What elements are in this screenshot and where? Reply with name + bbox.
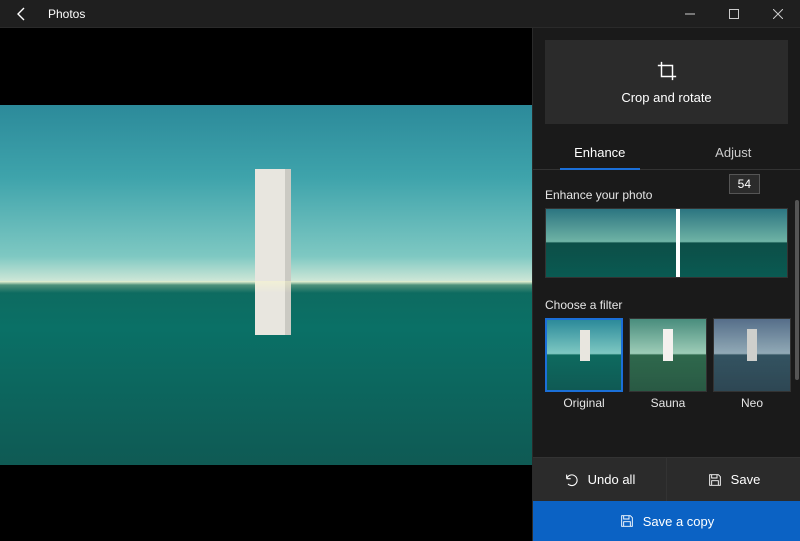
- filter-label: Original: [545, 396, 623, 410]
- maximize-icon: [729, 9, 739, 19]
- filter-original[interactable]: Original: [545, 318, 623, 410]
- titlebar: Photos: [0, 0, 800, 28]
- tab-enhance-label: Enhance: [574, 145, 625, 160]
- filter-thumb: [629, 318, 707, 392]
- undo-all-label: Undo all: [588, 472, 636, 487]
- tab-adjust[interactable]: Adjust: [667, 136, 800, 169]
- filter-thumb: [713, 318, 791, 392]
- edit-sidebar: Crop and rotate Enhance Adjust 54 Enhanc…: [532, 28, 800, 541]
- maximize-button[interactable]: [712, 0, 756, 27]
- back-button[interactable]: [0, 0, 44, 27]
- photo-canvas: [0, 105, 532, 465]
- enhance-slider-handle[interactable]: [676, 208, 680, 278]
- minimize-icon: [685, 9, 695, 19]
- enhance-value-bubble: 54: [729, 174, 760, 194]
- close-icon: [773, 9, 783, 19]
- photo-preview[interactable]: [0, 28, 532, 541]
- save-a-copy-label: Save a copy: [643, 514, 715, 529]
- save-copy-icon: [619, 513, 635, 529]
- save-label: Save: [731, 472, 761, 487]
- enhance-slider[interactable]: [545, 208, 788, 278]
- filter-label: Sauna: [629, 396, 707, 410]
- content: Crop and rotate Enhance Adjust 54 Enhanc…: [0, 28, 800, 541]
- save-button[interactable]: Save: [667, 458, 800, 501]
- close-button[interactable]: [756, 0, 800, 27]
- back-arrow-icon: [14, 6, 30, 22]
- save-a-copy-button[interactable]: Save a copy: [533, 501, 800, 541]
- filter-sauna[interactable]: Sauna: [629, 318, 707, 410]
- filters-row: Original Sauna Neo: [545, 318, 788, 410]
- sidebar-scrollbar[interactable]: [795, 200, 799, 380]
- minimize-button[interactable]: [668, 0, 712, 27]
- tab-enhance[interactable]: Enhance: [533, 136, 667, 169]
- tab-adjust-label: Adjust: [715, 145, 751, 160]
- window-controls: [668, 0, 800, 27]
- photo-detail: [0, 281, 532, 293]
- filters-section: Choose a filter Original Sauna Neo: [533, 286, 800, 418]
- crop-rotate-button[interactable]: Crop and rotate: [545, 40, 788, 124]
- save-icon: [707, 472, 723, 488]
- photo-detail: [255, 169, 291, 335]
- crop-rotate-label: Crop and rotate: [621, 90, 711, 105]
- edit-tabs: Enhance Adjust: [533, 136, 800, 170]
- undo-all-button[interactable]: Undo all: [533, 458, 667, 501]
- app-title: Photos: [44, 7, 668, 21]
- action-row: Undo all Save: [533, 457, 800, 501]
- filters-label: Choose a filter: [545, 298, 788, 312]
- filter-thumb: [545, 318, 623, 392]
- enhance-section: 54 Enhance your photo: [533, 176, 800, 286]
- filter-label: Neo: [713, 396, 791, 410]
- undo-icon: [564, 472, 580, 488]
- filter-neo[interactable]: Neo: [713, 318, 791, 410]
- crop-icon: [656, 60, 678, 82]
